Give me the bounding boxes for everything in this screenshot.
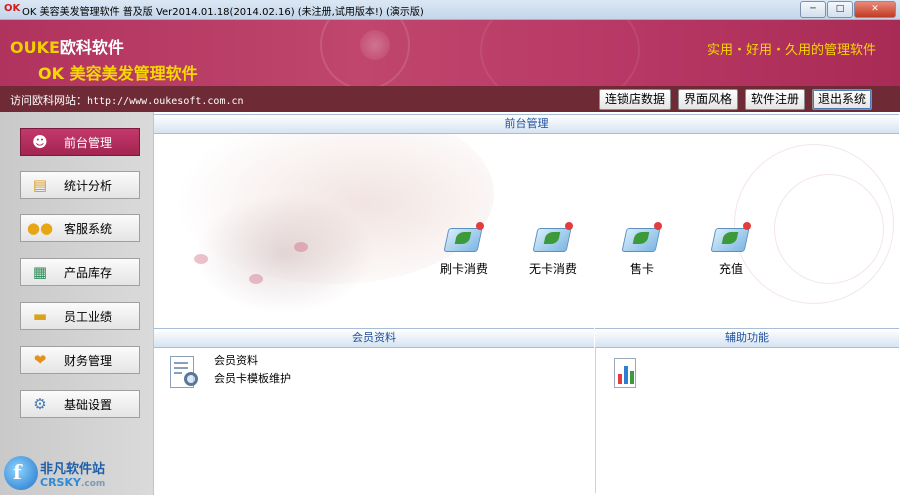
swirl-decoration (774, 174, 884, 284)
swirl-decoration (480, 20, 640, 86)
brand-cn: 欧科软件 (59, 38, 124, 57)
sidebar: ☻ 前台管理 ▤ 统计分析 ●● 客服系统 ▦ 产品库存 ▬ 员工业绩 ❤ 财务… (0, 112, 153, 495)
feature-label: 充值 (718, 262, 743, 276)
section-header-front-desk: 前台管理 (154, 114, 899, 134)
sidebar-item-customer-service[interactable]: ●● 客服系统 (20, 214, 140, 242)
sidebar-item-label: 统计分析 (64, 178, 113, 193)
site-label: 访问欧科网站： (10, 94, 87, 107)
product-name: OK 美容美发管理软件 (38, 64, 198, 83)
sidebar-item-label: 财务管理 (64, 353, 113, 368)
company-brand: OUKE欧科软件 (10, 34, 124, 58)
card-icon (710, 220, 751, 254)
software-register-button[interactable]: 软件注册 (744, 89, 805, 110)
chart-icon: ▤ (32, 176, 48, 194)
sidebar-item-front-desk[interactable]: ☻ 前台管理 (20, 128, 140, 156)
people-icon: ●● (26, 219, 54, 237)
member-info-link[interactable]: 会员资料 (214, 352, 258, 368)
card-icon (621, 220, 662, 254)
exit-system-button[interactable]: 退出系统 (811, 89, 872, 110)
sidebar-item-label: 产品库存 (64, 265, 113, 280)
flower-decoration (360, 30, 390, 60)
feature-swipe-card[interactable]: 刷卡消费 (434, 220, 494, 277)
sidebar-item-staff-performance[interactable]: ▬ 员工业绩 (20, 302, 140, 330)
sidebar-item-statistics[interactable]: ▤ 统计分析 (20, 171, 140, 199)
sidebar-item-inventory[interactable]: ▦ 产品库存 (20, 258, 140, 286)
close-icon[interactable]: ✕ (854, 1, 896, 18)
petal-decoration (194, 254, 208, 264)
sidebar-item-label: 员工业绩 (64, 309, 113, 324)
watermark-logo: f (4, 456, 38, 490)
app-icon: OK (4, 3, 21, 14)
money-icon: ▬ (32, 307, 48, 325)
feature-label: 刷卡消费 (439, 262, 488, 276)
card-icon (443, 220, 484, 254)
petal-decoration (294, 242, 308, 252)
sidebar-item-basic-settings[interactable]: ⚙ 基础设置 (20, 390, 140, 418)
sidebar-item-finance[interactable]: ❤ 财务管理 (20, 346, 140, 374)
brand-en: OUKE (10, 38, 60, 57)
minimize-icon[interactable]: ─ (800, 1, 826, 18)
heart-icon: ❤ (33, 351, 47, 369)
member-card-template-link[interactable]: 会员卡模板维护 (214, 370, 291, 386)
feature-label: 无卡消费 (528, 262, 577, 276)
slogan: 实用・好用・久用的管理软件 (706, 43, 876, 58)
window-title: OK 美容美发管理软件 普及版 Ver2014.01.18(2014.02.16… (22, 7, 424, 18)
report-chart-icon[interactable] (614, 358, 636, 388)
aux-panel (595, 348, 899, 493)
ui-style-button[interactable]: 界面风格 (677, 89, 738, 110)
section-header-aux: 辅助功能 (595, 328, 899, 348)
watermark-name: 非凡软件站 (40, 462, 106, 477)
site-url: http://www.oukesoft.com.cn (87, 96, 244, 107)
title-bar: OK OK 美容美发管理软件 普及版 Ver2014.01.18(2014.02… (0, 0, 900, 20)
feature-recharge[interactable]: 充值 (701, 220, 761, 277)
main-panel: 前台管理 刷卡消费 无卡消费 售卡 充值 会员资料 辅助功能 会员资料 会员卡模… (153, 112, 900, 495)
member-doc-icon[interactable] (168, 356, 202, 392)
card-icon (532, 220, 573, 254)
front-desk-area: 刷卡消费 无卡消费 售卡 充值 (154, 134, 899, 328)
watermark-suffix: .com (80, 479, 106, 489)
watermark-site-name: CRSKY (40, 476, 81, 489)
maximize-icon[interactable]: □ (827, 1, 853, 18)
feature-sell-card[interactable]: 售卡 (612, 220, 672, 277)
site-link[interactable]: 访问欧科网站：http://www.oukesoft.com.cn (10, 92, 244, 108)
feature-label: 售卡 (629, 262, 654, 276)
sidebar-item-label: 客服系统 (64, 221, 113, 236)
section-header-members: 会员资料 (154, 328, 594, 348)
hair-image (194, 194, 374, 314)
settings-icon: ⚙ (33, 395, 47, 413)
person-icon: ☻ (32, 133, 48, 151)
feature-no-card[interactable]: 无卡消费 (523, 220, 583, 277)
sidebar-item-label: 前台管理 (64, 135, 113, 150)
petal-decoration (249, 274, 263, 284)
top-buttons: 连锁店数据 界面风格 软件注册 退出系统 (598, 89, 872, 110)
nav-strip: 访问欧科网站：http://www.oukesoft.com.cn 连锁店数据 … (0, 86, 900, 112)
sidebar-item-label: 基础设置 (64, 397, 113, 412)
box-icon: ▦ (32, 263, 48, 281)
site-watermark: f 非凡软件站 CRSKY.com (0, 452, 115, 495)
header-banner: OUKE欧科软件 OK 美容美发管理软件 实用・好用・久用的管理软件 (0, 20, 900, 86)
chain-store-data-button[interactable]: 连锁店数据 (598, 89, 671, 110)
member-panel: 会员资料 会员卡模板维护 (154, 348, 594, 493)
watermark-site: CRSKY.com (40, 476, 105, 489)
window-controls: ─ □ ✕ (800, 1, 896, 18)
